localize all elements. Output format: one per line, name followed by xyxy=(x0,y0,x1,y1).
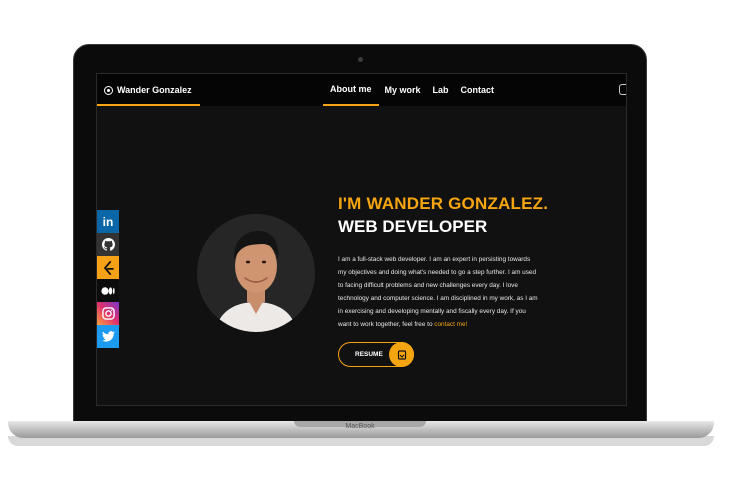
leetcode-icon[interactable] xyxy=(97,256,119,279)
top-bar: Wander Gonzalez About me My work Lab Con… xyxy=(97,74,626,106)
nav-lab[interactable]: Lab xyxy=(427,74,455,106)
bio-line: want to work together, feel free to cont… xyxy=(338,318,578,331)
intro: I'M WANDER GONZALEZ. WEB DEVELOPER I am … xyxy=(338,194,578,331)
main-nav: About me My work Lab Contact xyxy=(323,74,500,106)
linkedin-icon[interactable]: in xyxy=(97,210,119,233)
profile-photo xyxy=(197,214,315,332)
headline-name: I'M WANDER GONZALEZ. xyxy=(338,194,549,213)
bio-last-line: want to work together, feel free to xyxy=(338,321,435,328)
bio-text: I am a full-stack web developer. I am an… xyxy=(338,253,578,331)
download-icon xyxy=(389,342,414,367)
bio-line: in exercising and developing mentally an… xyxy=(338,308,526,315)
resume-button[interactable]: RESUME xyxy=(338,342,414,367)
device-label: MacBook xyxy=(345,423,375,430)
bio-line: I am a full-stack web developer. I am an… xyxy=(338,256,531,263)
bio-line: technology and computer science. I am di… xyxy=(338,295,538,302)
headline-role: WEB DEVELOPER xyxy=(338,217,488,236)
theme-toggle-icon[interactable] xyxy=(619,84,626,95)
medium-icon[interactable] xyxy=(97,279,119,302)
twitter-icon[interactable] xyxy=(97,325,119,348)
nav-my-work[interactable]: My work xyxy=(379,74,427,106)
bio-line: to facing difficult problems and new cha… xyxy=(338,282,518,289)
resume-label: RESUME xyxy=(355,351,383,358)
instagram-icon[interactable] xyxy=(97,302,119,325)
brand[interactable]: Wander Gonzalez xyxy=(104,85,192,95)
screen: Wander Gonzalez About me My work Lab Con… xyxy=(96,73,627,406)
brand-name: Wander Gonzalez xyxy=(117,85,192,95)
nav-contact[interactable]: Contact xyxy=(455,74,501,106)
brand-underline xyxy=(97,104,200,106)
camera xyxy=(358,57,363,62)
contact-link[interactable]: contact me! xyxy=(434,321,467,328)
nav-about-me[interactable]: About me xyxy=(323,74,379,106)
logo-icon xyxy=(104,85,113,95)
social-sidebar: in xyxy=(97,210,119,348)
github-icon[interactable] xyxy=(97,233,119,256)
bio-line: my objectives and doing what's needed to… xyxy=(338,269,537,276)
